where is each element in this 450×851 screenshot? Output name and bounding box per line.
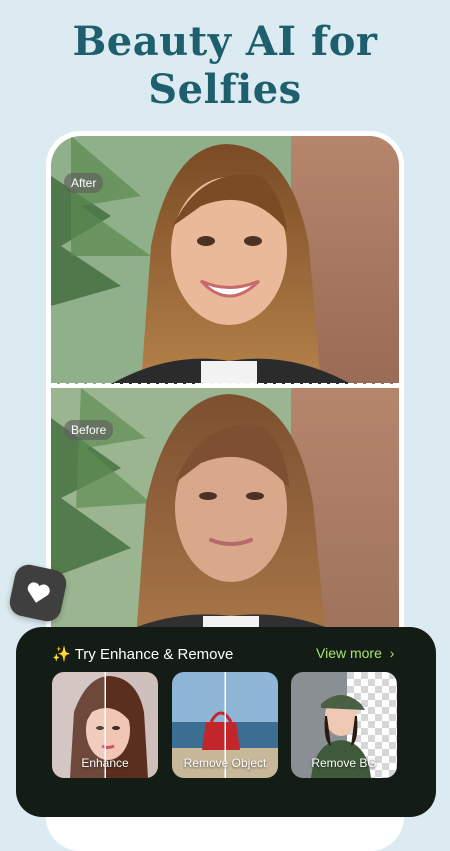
view-more-link[interactable]: View more › [316,645,394,661]
panel-title-text: Try Enhance & Remove [74,646,234,663]
panel-title: ✨ Try Enhance & Remove [52,645,233,663]
sparkle-icon: ✨ [52,646,71,663]
card-remove-bg-label: Remove BG [311,756,377,770]
after-photo-illustration [51,136,399,384]
after-photo [51,136,399,384]
headline: Beauty AI for Selfies [0,18,450,114]
after-tag: After [64,173,104,193]
chevron-right-icon: › [389,645,395,661]
card-enhance-label: Enhance [81,756,129,770]
card-remove-object-label: Remove Object [183,756,267,770]
heart-icon [27,582,50,603]
view-more-label: View more [316,645,382,661]
comparison-divider[interactable] [51,383,399,386]
before-tag: Before [64,420,114,440]
card-remove-object[interactable]: Remove Object [172,672,278,778]
headline-line-1: Beauty AI for [72,18,378,65]
card-enhance[interactable]: Enhance [52,672,158,778]
card-remove-bg[interactable]: Remove BG [291,672,397,778]
headline-line-2: Selfies [148,66,302,113]
